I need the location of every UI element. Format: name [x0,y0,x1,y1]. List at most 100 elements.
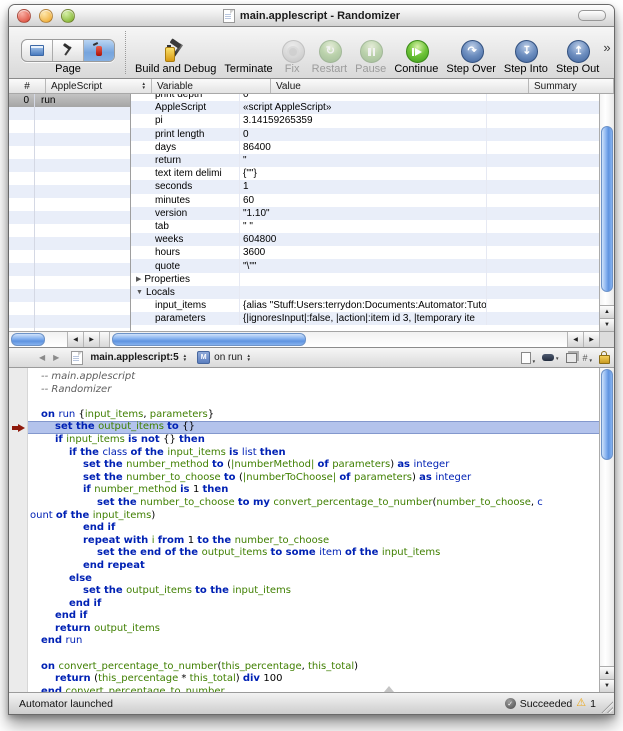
disclosure-collapsed-icon[interactable]: ▶ [136,275,141,283]
code-line[interactable]: end run [28,635,599,648]
scroll-up-button[interactable]: ▲ [600,305,614,318]
variables-row[interactable]: input_items{alias "Stuff:Users:terrydon:… [131,299,599,312]
variables-row[interactable]: text item delimi{""} [131,167,599,180]
column-header-summary[interactable]: Summary [529,79,603,93]
code-line[interactable]: repeat with i from 1 to the number_to_ch… [28,535,599,548]
code-editor[interactable]: -- main.applescript-- Randomizer on run {… [9,368,614,692]
variables-row[interactable]: minutes60 [131,194,599,207]
variables-row[interactable]: quote"\"" [131,259,599,272]
code-line[interactable]: end if [28,522,599,535]
variables-row[interactable]: seconds1 [131,180,599,193]
step-out-button[interactable]: ↥ Step Out [552,39,603,75]
zoom-button[interactable] [61,9,75,23]
variables-row[interactable]: days86400 [131,141,599,154]
code-line[interactable]: set the number_method to (|numberMethod|… [28,459,599,472]
scroll-left-button[interactable]: ◀ [68,332,84,347]
splitter-grip[interactable] [384,686,394,692]
restart-button[interactable]: ↻ Restart [308,39,351,75]
code-line[interactable]: end convert_percentage_to_number [28,686,599,692]
editor-scroll-thumb[interactable] [601,369,613,460]
column-header-value[interactable]: Value [271,79,529,93]
code-line[interactable]: set the number_to_choose to my convert_p… [28,497,599,510]
breakpoint-menu-button[interactable]: ▼ [542,354,559,361]
variables-row[interactable]: print length0 [131,128,599,141]
variables-row[interactable]: tab" " [131,220,599,233]
fix-button[interactable]: Fix [277,39,308,75]
code-line[interactable]: set the output_items to the input_items [28,585,599,598]
code-line[interactable]: set the number_to_choose to (|numberToCh… [28,472,599,485]
code-line[interactable]: set the output_items to {} [28,421,599,434]
terminate-button[interactable]: Terminate [220,39,276,75]
scroll-up-button[interactable]: ▲ [600,666,614,679]
pane-splitter-box[interactable] [100,332,110,347]
code-line[interactable] [28,648,599,661]
page-segment-editor[interactable] [22,40,53,61]
variables-scroll-thumb[interactable] [601,126,613,293]
code-line[interactable]: -- Randomizer [28,384,599,397]
stack-hscroll-track[interactable] [9,332,68,347]
code-line[interactable]: on convert_percentage_to_number(this_per… [28,661,599,674]
code-line[interactable]: end if [28,610,599,623]
column-header-number[interactable]: # [9,79,46,93]
variables-row[interactable]: return" [131,154,599,167]
variables-row[interactable]: print depth0 [131,94,599,101]
continue-button[interactable]: Continue [390,39,442,75]
variables-hscroll-thumb[interactable] [112,333,306,346]
warning-icon[interactable]: ⚠ [576,698,586,709]
stack-hscroll-thumb[interactable] [11,333,45,346]
scroll-left-button[interactable]: ◀ [568,332,584,347]
scroll-right-button[interactable]: ▶ [584,332,600,347]
step-over-button[interactable]: ↷ Step Over [442,39,500,75]
code-line[interactable]: end repeat [28,560,599,573]
bookmark-menu-button[interactable]: ▼ [521,352,536,364]
code-line[interactable]: return output_items [28,623,599,636]
step-into-button[interactable]: ↧ Step Into [500,39,552,75]
back-button[interactable]: ◀ [39,353,45,362]
minimize-button[interactable] [39,9,53,23]
title-bar[interactable]: main.applescript - Randomizer [9,5,614,27]
forward-button[interactable]: ▶ [53,353,59,362]
variables-row[interactable]: ▶Properties [131,273,599,286]
toolbar-toggle-button[interactable] [578,10,606,21]
variables-row[interactable]: ▼Locals [131,286,599,299]
page-segment-build[interactable] [53,40,84,61]
variables-row[interactable]: version"1.10" [131,207,599,220]
code-line[interactable] [28,396,599,409]
code-line[interactable]: else [28,573,599,586]
code-line[interactable]: set the end of the output_items to some … [28,547,599,560]
variables-vertical-scrollbar[interactable]: ▲ ▼ [599,94,614,331]
editor-scroll-track[interactable] [600,368,614,666]
variables-row[interactable]: AppleScript«script AppleScript» [131,101,599,114]
line-number-menu-button[interactable]: #▼ [583,353,593,363]
column-header-applescript[interactable]: AppleScript ▲▼ [46,79,152,93]
code-line[interactable]: if the class of the input_items is list … [28,447,599,460]
variables-row[interactable]: weeks604800 [131,233,599,246]
scroll-down-button[interactable]: ▼ [600,318,614,331]
file-popup[interactable]: main.applescript:5 ▲▼ [87,352,190,363]
build-and-debug-button[interactable]: Build and Debug [131,39,220,75]
close-button[interactable] [17,9,31,23]
scroll-down-button[interactable]: ▼ [600,679,614,692]
code-line[interactable]: if number_method is 1 then [28,484,599,497]
pause-button[interactable]: Pause [351,39,390,75]
code-line[interactable]: -- main.applescript [28,371,599,384]
code-line[interactable]: return (this_percentage * this_total) di… [28,673,599,686]
page-segment-debug[interactable] [84,40,114,61]
scope-popup[interactable]: M on run ▲▼ [194,351,254,364]
variables-row[interactable]: hours3600 [131,246,599,259]
code-line[interactable]: on run {input_items, parameters} [28,409,599,422]
variables-hscroll-track[interactable] [110,332,568,347]
code-line[interactable]: if input_items is not {} then [28,434,599,447]
code-line[interactable]: end if [28,598,599,611]
disclosure-expanded-icon[interactable]: ▼ [136,289,143,296]
variables-row[interactable]: parameters{|ignoresInput|:false, |action… [131,312,599,325]
scroll-right-button[interactable]: ▶ [84,332,100,347]
counterpart-button[interactable] [566,353,577,363]
column-header-variable[interactable]: Variable [152,79,271,93]
toolbar-overflow-chevron[interactable]: » [603,40,613,65]
variables-row[interactable]: pi3.14159265359 [131,114,599,127]
editor-vertical-scrollbar[interactable]: ▲ ▼ [599,368,614,692]
code-area[interactable]: -- main.applescript-- Randomizer on run {… [9,368,599,692]
code-line[interactable]: ount of the input_items) [28,510,599,523]
stack-row[interactable]: 0run [9,94,130,107]
